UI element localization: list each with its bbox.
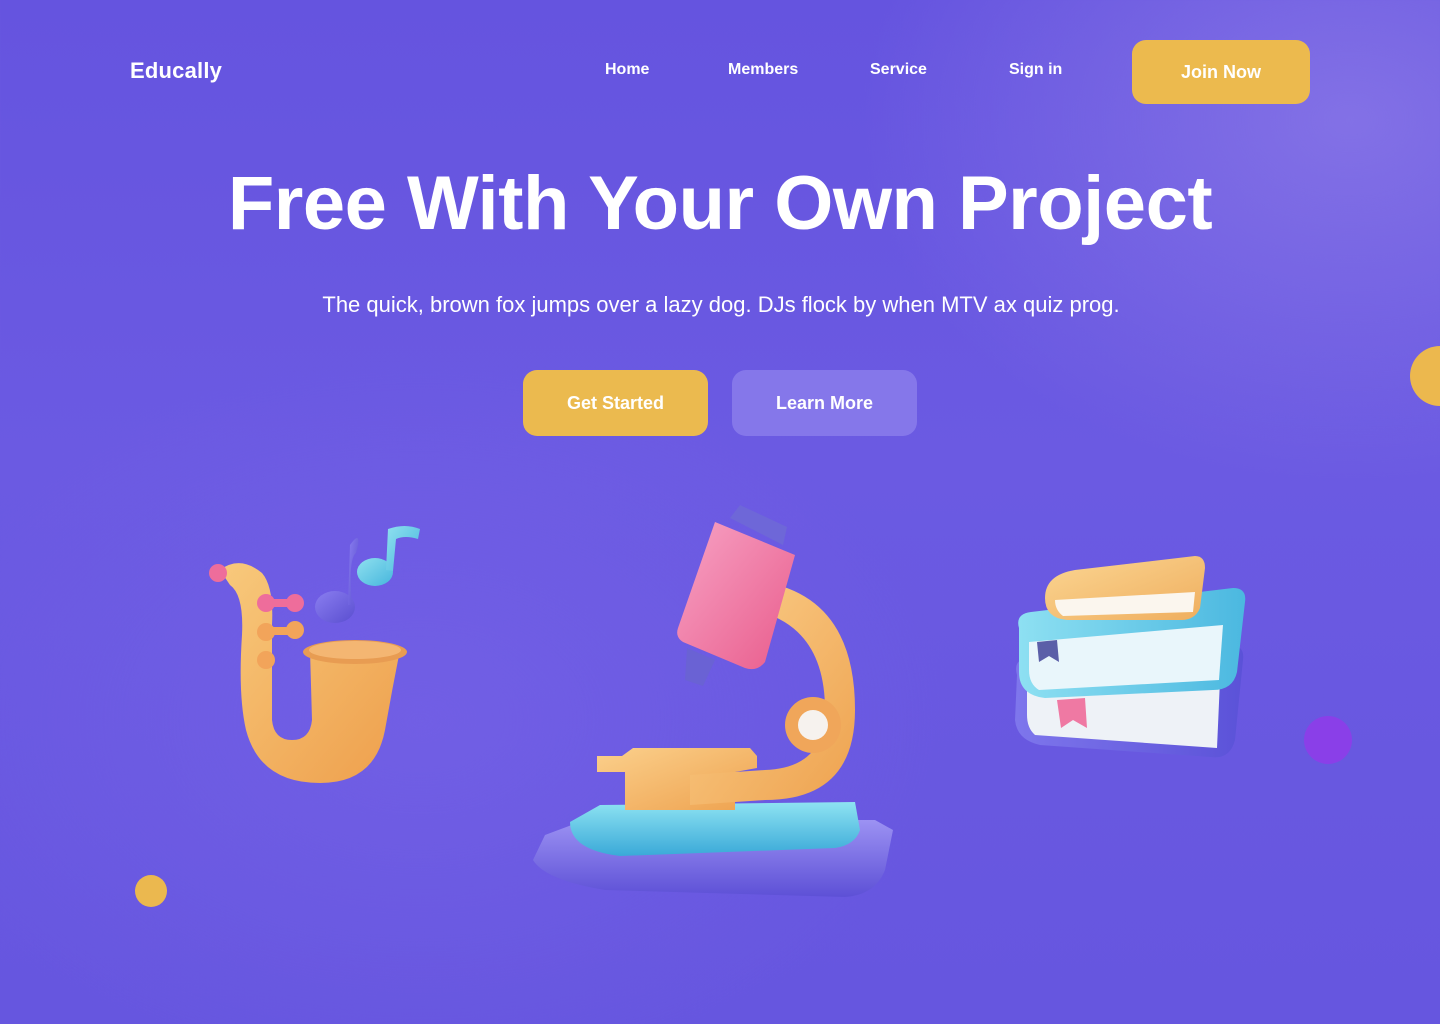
music-note-icon xyxy=(315,538,359,623)
decor-yellow-circle-left xyxy=(135,875,167,907)
nav-home[interactable]: Home xyxy=(605,61,649,79)
nav-members[interactable]: Members xyxy=(728,61,798,79)
get-started-button[interactable]: Get Started xyxy=(523,370,708,436)
nav-service[interactable]: Service xyxy=(870,61,927,79)
learn-more-button[interactable]: Learn More xyxy=(732,370,917,436)
join-now-button[interactable]: Join Now xyxy=(1132,40,1310,104)
nav-sign-in[interactable]: Sign in xyxy=(1009,61,1062,79)
microscope-illustration xyxy=(533,505,893,897)
music-note-icon xyxy=(357,526,420,586)
decor-yellow-circle-right xyxy=(1410,346,1440,406)
hero-title: Free With Your Own Project xyxy=(227,161,1213,246)
saxophone-illustration xyxy=(209,526,420,783)
decor-purple-circle xyxy=(1304,716,1352,764)
books-illustration xyxy=(1015,556,1246,758)
brand-logo[interactable]: Educally xyxy=(130,58,222,84)
hero-subtitle: The quick, brown fox jumps over a lazy d… xyxy=(322,292,1120,317)
